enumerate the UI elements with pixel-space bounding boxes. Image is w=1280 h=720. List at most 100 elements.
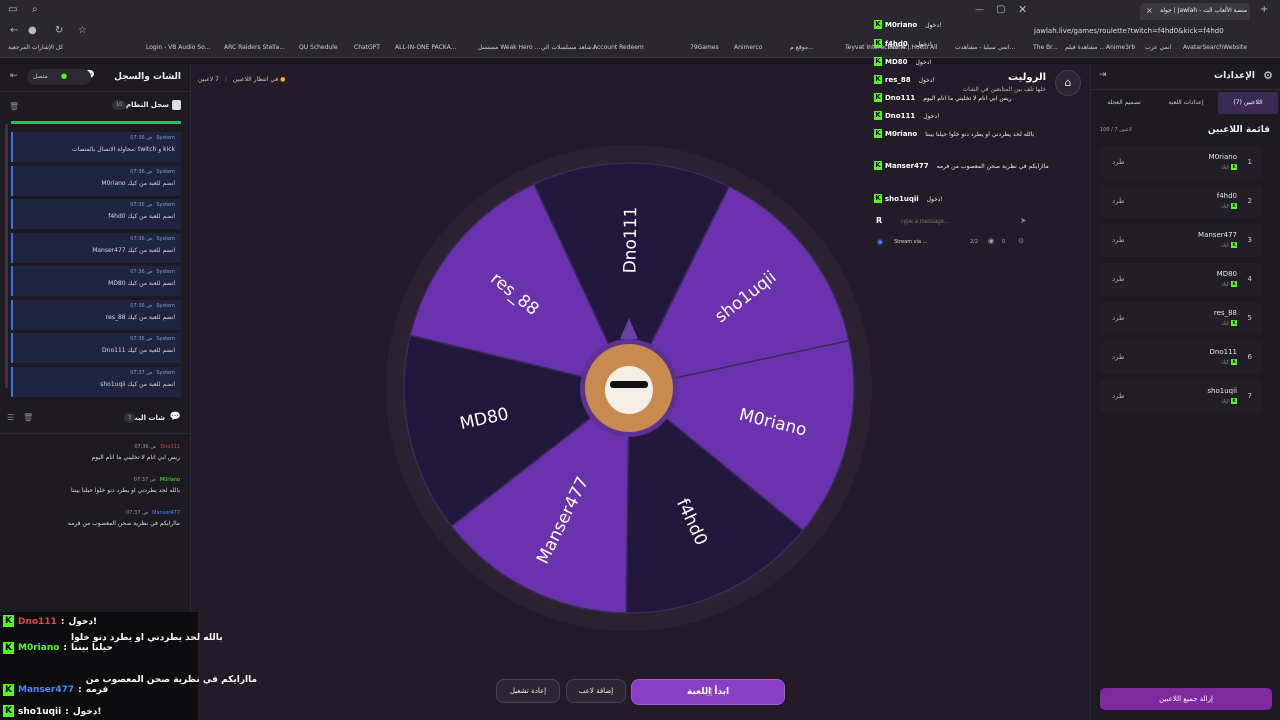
home-button[interactable]: ⌂ (1055, 70, 1081, 96)
kick-logo-icon: K (874, 20, 882, 29)
maximize-icon[interactable]: ▢ (996, 4, 1005, 15)
bottom-chat-user: Manser477 (18, 685, 75, 695)
kick-button[interactable]: طرد (1112, 314, 1125, 322)
kick-logo-icon: K (1231, 242, 1237, 248)
player-index: 2 (1247, 197, 1252, 205)
kick-button[interactable]: طرد (1112, 392, 1125, 400)
bookmark-item[interactable]: Login - VB Audio So... (146, 44, 210, 51)
player-index: 4 (1247, 275, 1252, 283)
bookmark-item[interactable]: 79Games (690, 44, 719, 51)
bookmark-item[interactable]: Animerco (734, 44, 762, 51)
filter-icon[interactable]: ☰ (7, 413, 14, 422)
bookmark-item[interactable]: ARC Raiders Stella... (224, 44, 285, 51)
wheel-segment-label: Dno111 (620, 207, 641, 274)
minimize-icon[interactable]: — (975, 5, 984, 15)
kick-button[interactable]: طرد (1112, 275, 1125, 283)
bottom-chat-message: K Dno111: دخول! (3, 615, 97, 627)
bookmark-item[interactable]: ALL-IN-ONE PACKA... (395, 44, 456, 51)
log-time: 07:36 ص (130, 269, 153, 275)
log-source: System (156, 302, 175, 309)
overlay-user: MD80 (885, 58, 908, 66)
player-name: Manser477 (1198, 231, 1237, 239)
chat-trash-icon[interactable]: 🗑 (23, 413, 33, 422)
sunglasses-icon (610, 381, 648, 388)
kick-logo-icon: K (1231, 320, 1237, 326)
tab-wheel-design[interactable]: تصميم العجلة (1094, 92, 1154, 114)
player-platform: كيك K (1221, 281, 1237, 288)
bottom-chat-text: ماارايكم في نظرية صحن المعصوب من فرمه (85, 675, 258, 695)
settings-title: الإعدادات (1214, 71, 1255, 81)
log-meta: 07:36 ص System (130, 303, 175, 309)
log-meta: 07:36 ص System (130, 336, 175, 342)
chat-user: Manser477 (152, 510, 180, 516)
overlay-user: M0riano (885, 21, 918, 29)
overlay-gear-icon[interactable]: ⚙ (1018, 237, 1024, 245)
bookmark-item[interactable]: كل الإشارات المرجعية (8, 44, 63, 51)
tab-search-icon[interactable]: ⌕ (32, 4, 38, 15)
system-log-entry: 07:36 ص System Dno111 انضم للعبة من كيك (11, 333, 181, 363)
kick-button[interactable]: طرد (1112, 353, 1125, 361)
player-card: 7 sho1uqii كيك K طرد (1100, 380, 1262, 413)
collapse-panel-icon[interactable]: ⇥ (1099, 70, 1107, 80)
address-bar[interactable]: jawlah.live/games/roulette?twitch=f4hd0&… (1034, 27, 1224, 35)
overlay-user: sho1uqii (885, 195, 919, 203)
log-text: res_88 انضم للعبة من كيك (105, 313, 175, 321)
bookmark-item[interactable]: شاهد مسلسلات الي... (541, 44, 597, 51)
overlay-message-input[interactable] (900, 215, 1010, 228)
roulette-wheel[interactable]: Dno111sho1uqiiM0rianof4hd0Manser477MD80r… (384, 143, 874, 633)
bookmark-item[interactable]: انمي عرب (1145, 44, 1171, 51)
active-tab[interactable]: جولة | Jawlah - منصة الألعاب الت × (1140, 3, 1250, 20)
restart-button[interactable]: إعادة تشغيل (496, 679, 560, 703)
player-card: 6 Dno111 كيك K طرد (1100, 341, 1262, 374)
tab-players[interactable]: اللاعبين (7) (1218, 92, 1278, 114)
kick-button[interactable]: طرد (1112, 236, 1125, 244)
player-platform: كيك K (1221, 359, 1237, 366)
kick-logo-icon: K (3, 641, 14, 654)
back-icon[interactable]: ← (10, 25, 18, 36)
collapse-icon[interactable]: ⇤ (10, 71, 18, 81)
bookmark-item[interactable]: موقع م... (790, 44, 814, 51)
star-icon[interactable]: ☆ (78, 25, 87, 36)
game-subtitle: خلها تلف بين المتابعين في الشات (962, 86, 1046, 93)
log-meta: 07:36 ص System (130, 269, 175, 275)
bookmark-item[interactable]: ChatGPT (354, 44, 380, 51)
trash-icon[interactable]: 🗑 (9, 102, 19, 111)
game-title: الروليت (1007, 72, 1046, 83)
chat-user: M0riano (159, 477, 180, 483)
player-platform: كيك K (1221, 164, 1237, 171)
overlay-text: بالله لحد يطردني او يطرد دنو خلوا حيلنا … (925, 131, 1035, 138)
bookmark-item[interactable]: AvatarSearchWebsite (1183, 44, 1247, 51)
log-scrollbar[interactable] (5, 124, 8, 388)
log-progress (11, 121, 181, 124)
send-icon[interactable]: ➤ (1020, 216, 1027, 225)
log-source: System (156, 235, 175, 242)
bookmark-item[interactable]: Anime3rb (1106, 44, 1135, 51)
bookmark-item[interactable]: The Br... (1033, 44, 1058, 51)
log-text: Dno111 انضم للعبة من كيك (102, 347, 175, 354)
tab-game-settings[interactable]: إعدادات اللعبة (1156, 92, 1216, 114)
bookmark-item[interactable]: مستسل Weak Hero ... (478, 44, 540, 51)
platform-label: كيك (1220, 203, 1229, 210)
close-tab-icon[interactable]: × (1146, 6, 1153, 15)
chat-text: ماارايكم في نظرية صحن المعصوب من فرمه (67, 520, 180, 527)
bookmark-item[interactable]: انمي سيليا - مشاهدت... (955, 44, 1015, 51)
add-player-button[interactable]: إضافة لاعب (566, 679, 626, 703)
system-log-entry: 07:37 ص System sho1uqii انضم للعبة من كيك (11, 366, 181, 397)
bookmark-item[interactable]: مشاهدة فيلم ... (1065, 44, 1105, 51)
bookmark-item[interactable]: Account Redeem (593, 44, 644, 51)
overlay-chat-message: K M0riano بالله لحد يطردني او يطرد دنو خلو… (874, 129, 1034, 139)
chat-meta: 07:36 ص Dno111 (10, 444, 180, 450)
platform-label: كيك (1220, 320, 1229, 327)
window-menu-icon[interactable]: ▭ (8, 4, 17, 15)
overlay-chat-message: K Manser477 ماارايكم في نظرية صحن المعصوب … (874, 161, 1049, 171)
bottom-chat-text: دخول! (72, 706, 102, 717)
kick-button[interactable]: طرد (1112, 158, 1125, 166)
remove-all-button[interactable]: إزالة جميع اللاعبين (1100, 688, 1272, 710)
extension-icon[interactable]: ● (28, 25, 37, 36)
kick-button[interactable]: طرد (1112, 197, 1125, 205)
bookmark-item[interactable]: QU Schedule (299, 44, 338, 51)
new-tab-icon[interactable]: + (1260, 4, 1268, 15)
reload-icon[interactable]: ↻ (55, 25, 63, 36)
close-window-icon[interactable]: ✕ (1018, 3, 1027, 16)
log-time: 07:36 ص (130, 235, 153, 242)
